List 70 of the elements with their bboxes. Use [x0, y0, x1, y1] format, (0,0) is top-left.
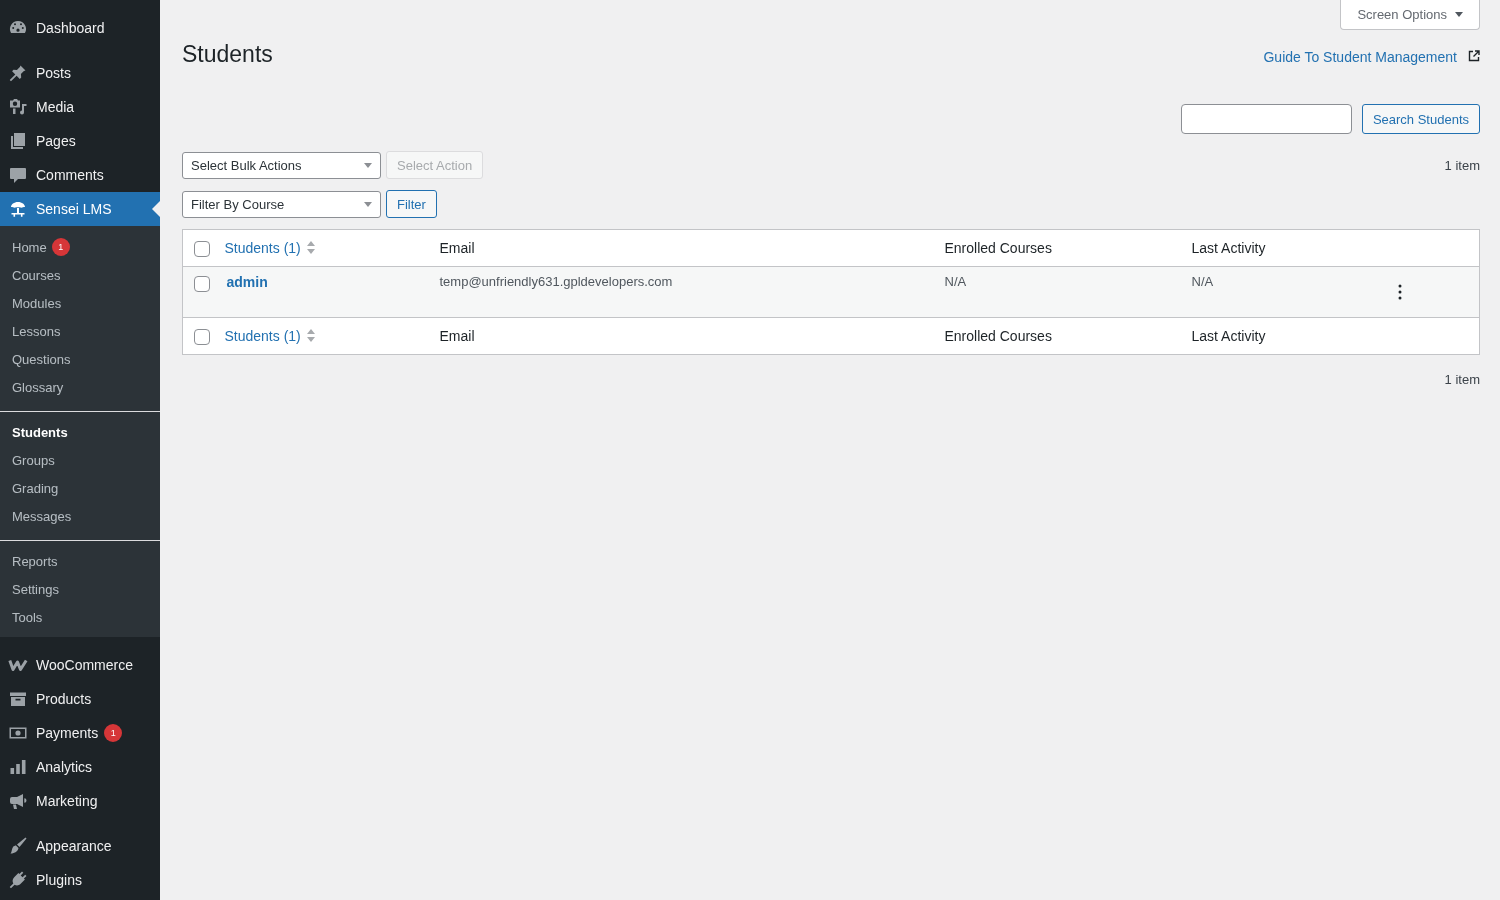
guide-link[interactable]: Guide To Student Management	[1263, 49, 1457, 65]
submenu-item[interactable]: Settings	[0, 575, 160, 603]
submenu-item[interactable]: Glossary	[0, 373, 160, 401]
paintbrush-icon	[8, 836, 28, 856]
sidebar-menu-item[interactable]: Marketing	[0, 784, 160, 818]
column-header: Last Activity	[1191, 328, 1266, 344]
external-link-icon[interactable]	[1468, 49, 1480, 62]
submenu-item[interactable]: Messages	[0, 502, 160, 530]
submenu-item[interactable]: Students	[0, 418, 160, 446]
sidebar-menu-item[interactable]: Plugins	[0, 863, 160, 897]
sidebar-menu-item[interactable]: WooCommerce	[0, 648, 160, 682]
student-name-link[interactable]: admin	[226, 274, 268, 290]
search-button[interactable]: Search Students	[1361, 104, 1480, 134]
pushpin-icon	[8, 63, 28, 83]
page-title: Students	[182, 40, 273, 69]
sidebar-menu-item[interactable]: Posts	[0, 56, 160, 90]
column-header-link[interactable]: Students (1)	[224, 328, 301, 344]
submenu-item[interactable]: Grading	[0, 474, 160, 502]
caret-down-icon	[364, 201, 372, 207]
bar-chart-icon	[8, 757, 28, 777]
row-checkbox[interactable]	[194, 275, 210, 292]
notification-count: 1	[51, 238, 70, 256]
submenu-item[interactable]: Tools	[0, 603, 160, 631]
umbrella-table-icon	[8, 199, 28, 219]
megaphone-icon	[8, 791, 28, 811]
column-header-link[interactable]: Students (1)	[224, 240, 301, 256]
submenu-item[interactable]: Reports	[0, 547, 160, 575]
sidebar-menu-item[interactable]: Products	[0, 682, 160, 716]
select-all-checkbox[interactable]	[194, 240, 210, 257]
sidebar-menu-item[interactable]: Dashboard	[0, 11, 160, 45]
submenu-item[interactable]: Lessons	[0, 317, 160, 345]
documents-icon	[8, 131, 28, 151]
caret-down-icon	[364, 162, 372, 168]
email-cell: temp@unfriendly631.gpldevelopers.com	[429, 266, 935, 318]
screen-options-button[interactable]: Screen Options	[1340, 0, 1480, 30]
submenu-item[interactable]: Groups	[0, 446, 160, 474]
plug-icon	[8, 870, 28, 890]
item-count: 1 item	[1444, 157, 1480, 173]
bulk-actions-dropdown[interactable]: Select Bulk Actions	[182, 151, 381, 179]
notification-count: 1	[104, 724, 123, 742]
camera-music-note-icon	[8, 97, 28, 117]
sidebar-menu-item[interactable]: Sensei LMS	[0, 192, 160, 226]
sidebar-menu-item[interactable]: Pages	[0, 124, 160, 158]
vertical-dots-icon[interactable]	[1397, 284, 1402, 300]
triangle-pointer-icon	[152, 201, 160, 217]
submenu-item[interactable]: Questions	[0, 345, 160, 373]
select-all-checkbox[interactable]	[194, 328, 210, 345]
submenu-item[interactable]: Courses	[0, 261, 160, 289]
caret-down-icon	[1455, 12, 1463, 17]
sidebar-menu-item[interactable]: Comments	[0, 158, 160, 192]
submenu-item[interactable]: Home 1	[0, 233, 160, 261]
last-activity-cell: N/A	[1181, 266, 1382, 318]
submenu-item[interactable]: Modules	[0, 289, 160, 317]
item-count: 1 item	[1444, 372, 1480, 387]
search-field[interactable]	[1180, 104, 1352, 134]
enrolled-courses-cell: N/A	[934, 266, 1182, 318]
sidebar-menu-item[interactable]: Media	[0, 90, 160, 124]
sidebar-menu-item[interactable]: Payments 1	[0, 716, 160, 750]
sidebar-menu-item[interactable]: Appearance	[0, 829, 160, 863]
sort-arrows-icon[interactable]	[306, 329, 315, 342]
filter-button[interactable]: Filter	[386, 190, 437, 218]
column-header: Last Activity	[1191, 240, 1266, 256]
column-header: Enrolled Courses	[944, 240, 1052, 256]
speech-bubble-icon	[8, 165, 28, 185]
column-header: Enrolled Courses	[944, 328, 1052, 344]
column-header: Email	[439, 328, 475, 344]
column-header: Email	[439, 240, 475, 256]
sidebar-menu-item[interactable]: Analytics	[0, 750, 160, 784]
course-filter-dropdown[interactable]: Filter By Course	[182, 190, 381, 218]
sort-arrows-icon[interactable]	[306, 241, 315, 254]
